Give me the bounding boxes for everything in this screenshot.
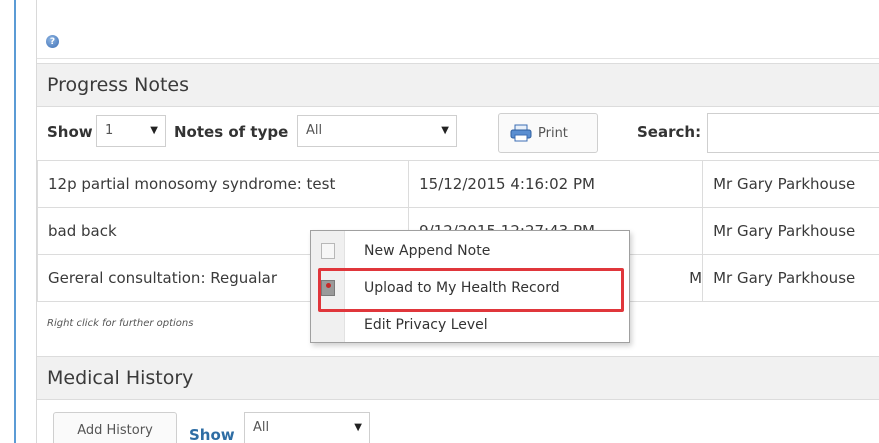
print-button[interactable]: Print — [498, 113, 598, 153]
note-title-cell: 12p partial monosomy syndrome: test — [36, 160, 410, 208]
print-label: Print — [538, 125, 568, 141]
chevron-down-icon: ▼ — [354, 422, 362, 433]
mh-show-label: Show — [189, 426, 235, 443]
show-count-value: 1 — [105, 123, 114, 138]
menu-item-new-append-note[interactable]: New Append Note — [311, 236, 629, 266]
document-icon — [321, 243, 335, 259]
patient-record-content: ? Progress Notes Show 1 ▼ Notes of type … — [36, 0, 879, 443]
notes-type-label: Notes of type — [174, 123, 289, 141]
note-author-cell: Mr Gary Parkhouse — [702, 160, 879, 208]
mh-show-value: All — [253, 420, 270, 435]
menu-item-label: Upload to My Health Record — [364, 280, 560, 296]
menu-item-label: Edit Privacy Level — [364, 317, 488, 333]
top-panel: ? — [37, 0, 879, 59]
mh-show-select[interactable]: All ▼ — [244, 412, 370, 443]
show-count-select[interactable]: 1 ▼ — [96, 115, 166, 147]
chevron-down-icon: ▼ — [441, 125, 449, 136]
progress-notes-toolbar: Show 1 ▼ Notes of type All ▼ Print Searc… — [37, 109, 879, 157]
right-click-hint: Right click for further options — [47, 318, 194, 329]
note-author-cell: Mr Gary Parkhouse — [702, 207, 879, 255]
show-label: Show — [47, 123, 93, 141]
chevron-down-icon: ▼ — [150, 125, 158, 136]
search-label: Search: — [637, 123, 702, 141]
upload-icon — [321, 280, 335, 296]
notes-type-select[interactable]: All ▼ — [297, 115, 457, 147]
medical-history-toolbar: Add History Show All ▼ — [37, 400, 879, 443]
note-datetime-cell: 15/12/2015 4:16:02 PM — [408, 160, 704, 208]
menu-item-upload-to-my-health-record[interactable]: Upload to My Health Record — [311, 273, 629, 303]
add-history-label: Add History — [77, 422, 153, 438]
search-input[interactable] — [707, 113, 879, 153]
left-accent-rule — [14, 0, 16, 443]
help-icon[interactable]: ? — [46, 35, 59, 48]
add-history-button[interactable]: Add History — [53, 412, 177, 443]
note-author-cell: Mr Gary Parkhouse — [702, 254, 879, 302]
printer-icon — [510, 124, 532, 142]
medical-history-header: Medical History — [37, 356, 879, 400]
menu-item-label: New Append Note — [364, 243, 491, 259]
context-menu: New Append Note Upload to My Health Reco… — [310, 230, 630, 343]
menu-item-edit-privacy-level[interactable]: Edit Privacy Level — [311, 310, 629, 340]
progress-notes-header: Progress Notes — [37, 63, 879, 107]
notes-type-value: All — [306, 123, 323, 138]
table-row[interactable]: 12p partial monosomy syndrome: test 15/1… — [36, 160, 879, 208]
